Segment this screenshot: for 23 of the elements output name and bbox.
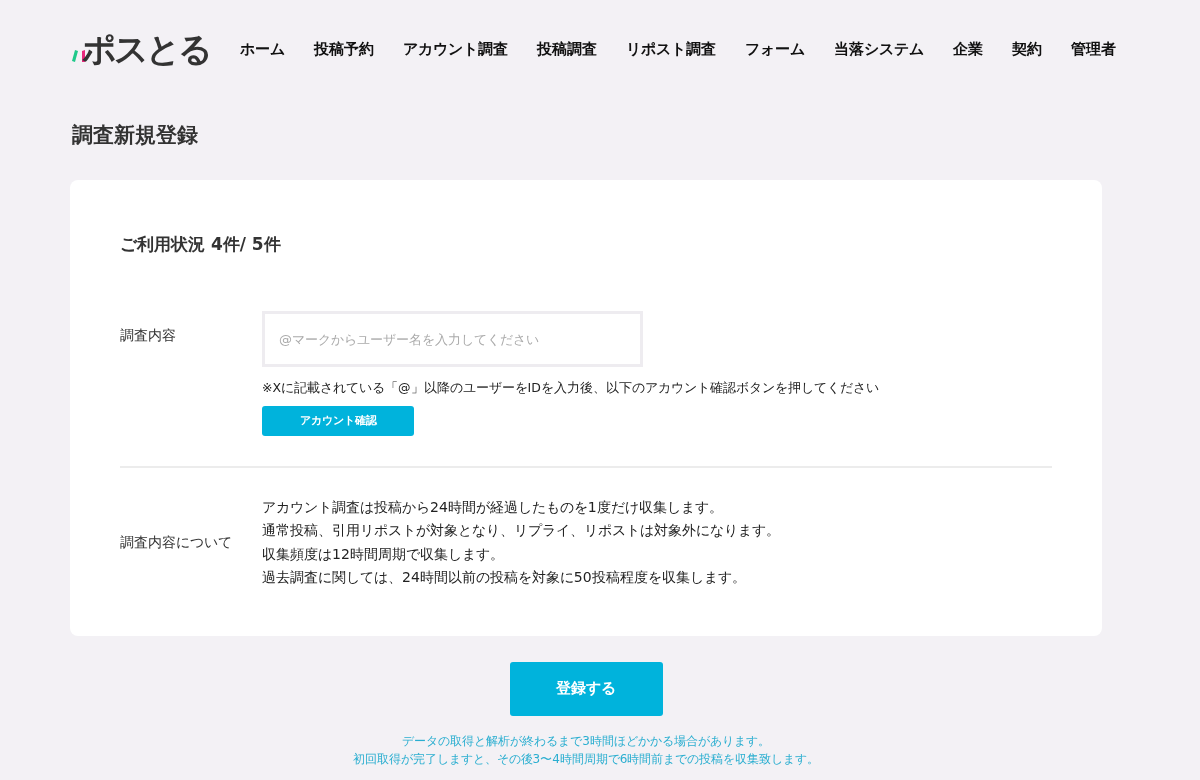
nav-link[interactable]: 投稿予約 xyxy=(314,37,374,61)
nav-link[interactable]: リポスト調査 xyxy=(626,37,716,61)
field-label: 調査内容について xyxy=(120,533,233,553)
username-input[interactable]: @マークからユーザー名を入力してください xyxy=(262,311,643,367)
info-line: アカウント調査は投稿から24時間が経過したものを1度だけ収集します。 xyxy=(262,497,724,517)
footer-note: データの取得と解析が終わるまで3時間ほどかかる場合があります。 xyxy=(402,732,770,750)
info-line: 通常投稿、引用リポストが対象となり、リプライ、リポストは対象外になります。 xyxy=(262,521,780,541)
nav-link[interactable]: フォーム xyxy=(745,37,805,61)
logo[interactable]: ポスとる xyxy=(82,32,210,66)
input-note: ※Xに記載されている「@」以降のユーザーをIDを入力後、以下のアカウント確認ボタンを押してください xyxy=(262,379,879,397)
nav-link[interactable]: ホーム xyxy=(240,37,285,61)
field-label: 調査内容 xyxy=(120,326,177,345)
nav-link[interactable]: 契約 xyxy=(1012,37,1042,61)
nav-link[interactable]: 投稿調査 xyxy=(537,37,597,61)
info-line: 収集頻度は12時間周期で収集します。 xyxy=(262,544,505,564)
info-line: 過去調査に関しては、24時間以前の投稿を対象に50投稿程度を収集します。 xyxy=(262,568,747,588)
nav-link[interactable]: 当落システム xyxy=(834,37,924,61)
page-title: 調査新規登録 xyxy=(72,122,199,149)
nav-link[interactable]: アカウント調査 xyxy=(403,37,508,61)
footer-note: 初回取得が完了しますと、その後3〜4時間周期で6時間前までの投稿を収集致します。 xyxy=(352,750,820,768)
nav-link[interactable]: 企業 xyxy=(953,37,983,61)
nav-link[interactable]: 管理者 xyxy=(1071,37,1116,61)
usage-status: ご利用状況 4件/ 5件 xyxy=(120,232,282,256)
